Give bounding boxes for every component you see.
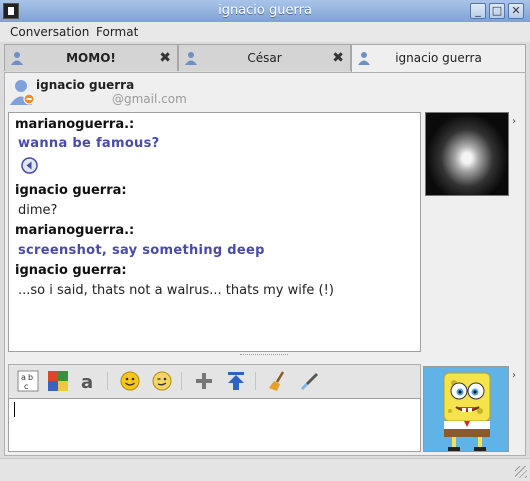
message-text: screenshot, say something deep — [18, 243, 265, 258]
text-cursor — [14, 402, 15, 417]
color-icon[interactable] — [47, 370, 69, 392]
svg-text:c: c — [24, 382, 28, 391]
message-text: ...so i said, thats not a walrus... that… — [18, 283, 334, 298]
expand-arrow-icon[interactable]: › — [512, 116, 516, 127]
tab-cesar[interactable]: César ✖ — [178, 44, 351, 71]
dropper-icon[interactable] — [299, 370, 321, 392]
tab-label: ignacio guerra — [395, 51, 482, 65]
minimize-button[interactable]: _ — [470, 3, 486, 19]
tab-label: MOMO! — [66, 51, 116, 65]
window-title: ignacio guerra — [218, 3, 312, 18]
message-nick: ignacio guerra: — [15, 263, 127, 278]
message-nick: ignacio guerra: — [15, 183, 127, 198]
pane-splitter[interactable] — [240, 354, 288, 358]
menu-bar: Conversation Format — [0, 22, 530, 42]
message-input[interactable] — [8, 398, 421, 452]
contact-icon — [11, 52, 23, 65]
contact-icon — [185, 52, 197, 65]
menu-conversation[interactable]: Conversation — [10, 25, 89, 39]
svg-text:b: b — [28, 373, 33, 382]
contact-icon — [358, 52, 370, 65]
font-icon[interactable]: a b c — [17, 370, 39, 392]
send-file-icon[interactable] — [225, 370, 247, 392]
conversation-tabs: MOMO! ✖ César ✖ ignacio guerra — [4, 44, 526, 73]
text-style-icon[interactable]: a — [77, 370, 99, 392]
message-nick: marianoguerra.: — [15, 223, 135, 238]
wink-icon[interactable] — [151, 370, 173, 392]
title-bar: ignacio guerra _ □ ✕ — [0, 0, 530, 23]
nudge-icon[interactable] — [21, 157, 38, 174]
toolbar-separator — [107, 372, 108, 390]
close-icon[interactable]: ✖ — [159, 50, 171, 66]
maximize-button[interactable]: □ — [489, 3, 505, 19]
tab-label: César — [247, 51, 282, 65]
contact-name: ignacio guerra — [36, 78, 135, 92]
tab-ignacio-guerra[interactable]: ignacio guerra — [351, 44, 526, 73]
svg-text:a: a — [21, 373, 26, 382]
user-avatar — [423, 366, 509, 452]
contact-header: ignacio guerra @gmail.com — [8, 78, 408, 110]
toolbar-separator — [255, 372, 256, 390]
contact-avatar — [425, 112, 509, 196]
svg-text:a: a — [81, 372, 93, 392]
message-text: dime? — [18, 203, 58, 218]
tab-momo[interactable]: MOMO! ✖ — [4, 44, 178, 71]
close-window-button[interactable]: ✕ — [508, 3, 524, 19]
chat-history[interactable]: marianoguerra.: wanna be famous? ignacio… — [8, 112, 421, 352]
sponge-avatar-icon — [424, 367, 508, 451]
message-nick: marianoguerra.: — [15, 117, 135, 132]
status-bar — [0, 458, 530, 481]
contact-email: @gmail.com — [112, 92, 187, 106]
message-text: wanna be famous? — [18, 136, 160, 151]
add-icon[interactable] — [193, 370, 215, 392]
menu-format[interactable]: Format — [96, 25, 138, 39]
clean-icon[interactable] — [267, 370, 289, 392]
close-icon[interactable]: ✖ — [332, 50, 344, 66]
toolbar-separator — [181, 372, 182, 390]
smiley-icon[interactable] — [119, 370, 141, 392]
format-toolbar: a b c a — [8, 364, 421, 398]
contact-status-icon — [10, 80, 35, 105]
resize-grip[interactable] — [515, 466, 527, 478]
expand-arrow-icon[interactable]: › — [512, 370, 516, 381]
